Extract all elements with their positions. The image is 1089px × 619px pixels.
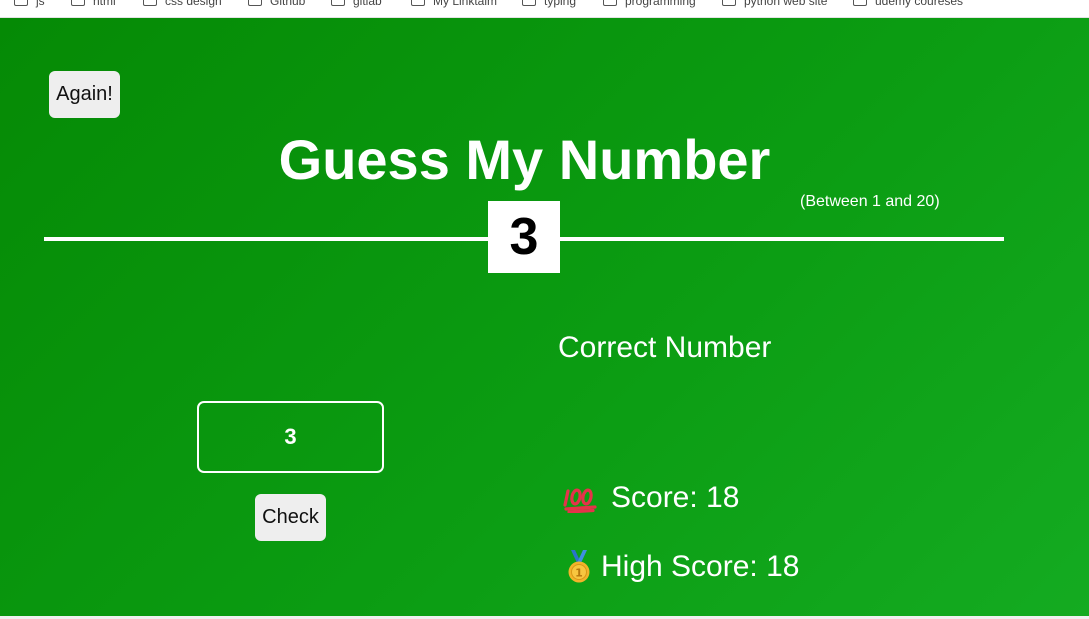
score-label: Score: 18 [611,481,740,514]
folder-icon [143,0,157,6]
guess-input[interactable] [197,401,384,473]
bookmark-programming[interactable]: programming [603,0,696,8]
range-hint: (Between 1 and 20) [800,193,940,210]
folder-icon [411,0,425,6]
folder-icon [522,0,536,6]
folder-icon [248,0,262,6]
bookmark-udemy-coureses[interactable]: udemy coureses [853,0,963,8]
bookmark-my-linktaim[interactable]: My Linktaim [411,0,497,8]
bookmark-css-design[interactable]: css design [143,0,222,8]
check-button[interactable]: Check [255,494,326,541]
folder-icon [71,0,85,6]
folder-icon [14,0,28,6]
bookmark-gitlab[interactable]: gitlab [331,0,382,8]
secret-number-box: 3 [488,201,560,273]
bookmarks-bar: js html css design Github gitlab My Link… [0,0,1089,18]
again-button[interactable]: Again! [49,71,120,118]
svg-text:1: 1 [575,567,583,580]
folder-icon [722,0,736,6]
page-title: Guess My Number [278,128,771,191]
highscore-display: 1 High Score: 18 [563,550,799,584]
bookmark-python-web-site[interactable]: python web site [722,0,827,8]
highscore-label: High Score: 18 [601,550,800,583]
folder-icon [853,0,867,6]
game-area: Again! Guess My Number (Between 1 and 20… [0,18,1089,616]
folder-icon [331,0,345,6]
hundred-points-icon [563,483,599,514]
bookmark-github[interactable]: Github [248,0,305,8]
bookmark-typing[interactable]: typing [522,0,576,8]
medal-icon: 1 [563,550,595,584]
score-display: Score: 18 [563,481,739,515]
bookmark-html[interactable]: html [71,0,116,8]
folder-icon [603,0,617,6]
bookmark-js[interactable]: js [14,0,45,8]
result-message: Correct Number [558,331,772,364]
